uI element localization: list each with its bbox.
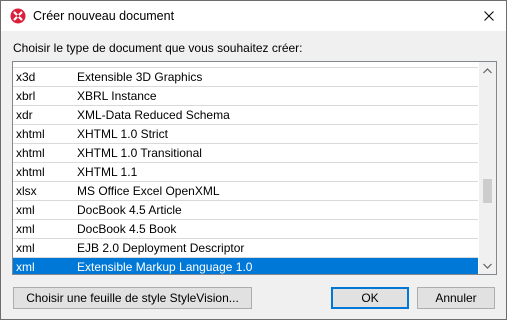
- document-type-list[interactable]: x3d Extensible 3D Graphics xbrl XBRL Ins…: [12, 61, 497, 275]
- close-icon: [484, 11, 494, 21]
- list-item-description: Extensible 3D Graphics: [77, 70, 203, 84]
- vertical-scrollbar[interactable]: [479, 62, 496, 274]
- list-item-extension: xlsx: [16, 184, 37, 198]
- list-item-description: DocBook 4.5 Book: [77, 222, 177, 236]
- create-document-dialog: Créer nouveau document Choisir le type d…: [0, 0, 507, 320]
- chevron-up-icon: [483, 67, 492, 73]
- list-item-description: MS Office Excel OpenXML: [77, 184, 220, 198]
- list-item-extension: xhtml: [16, 165, 45, 179]
- scroll-down-button[interactable]: [479, 257, 496, 274]
- list-item-extension: xml: [16, 241, 35, 255]
- list-item[interactable]: xhtml XHTML 1.0 Transitional: [13, 144, 478, 163]
- list-item-extension: xhtml: [16, 127, 45, 141]
- list-item-selected[interactable]: xml Extensible Markup Language 1.0: [13, 258, 478, 274]
- list-item-extension: xdr: [16, 108, 33, 122]
- list-item[interactable]: xml DocBook 4.5 Book: [13, 220, 478, 239]
- list-item-extension: xml: [16, 222, 35, 236]
- title-bar: Créer nouveau document: [1, 1, 506, 31]
- list-item-extension: x3d: [16, 70, 36, 84]
- list-item[interactable]: xbrl XBRL Instance: [13, 87, 478, 106]
- list-item[interactable]: xdr XML-Data Reduced Schema: [13, 106, 478, 125]
- list-rows: x3d Extensible 3D Graphics xbrl XBRL Ins…: [13, 62, 478, 274]
- list-item-description: XBRL Instance: [77, 89, 157, 103]
- list-item-description: DocBook 4.5 Article: [77, 203, 182, 217]
- scroll-up-button[interactable]: [479, 62, 496, 79]
- list-item-extension: xml: [16, 260, 35, 274]
- window-title: Créer nouveau document: [33, 9, 175, 23]
- list-item[interactable]: xlsx MS Office Excel OpenXML: [13, 182, 478, 201]
- scrollbar-thumb[interactable]: [483, 179, 492, 203]
- list-item[interactable]: xml EJB 2.0 Deployment Descriptor: [13, 239, 478, 258]
- list-item-description: XHTML 1.1: [77, 165, 138, 179]
- list-item[interactable]: x3d Extensible 3D Graphics: [13, 68, 478, 87]
- list-item-extension: xbrl: [16, 89, 36, 103]
- prompt-label: Choisir le type de document que vous sou…: [13, 41, 303, 55]
- close-button[interactable]: [472, 1, 506, 31]
- list-item[interactable]: xhtml XHTML 1.0 Strict: [13, 125, 478, 144]
- list-item[interactable]: xml DocBook 4.5 Article: [13, 201, 478, 220]
- list-item-description: EJB 2.0 Deployment Descriptor: [77, 241, 245, 255]
- list-item-extension: xhtml: [16, 146, 45, 160]
- cancel-button[interactable]: Annuler: [417, 287, 495, 309]
- list-item-extension: xml: [16, 203, 35, 217]
- list-item-description: XHTML 1.0 Transitional: [77, 146, 202, 160]
- chevron-down-icon: [483, 263, 492, 269]
- ok-button[interactable]: OK: [331, 287, 409, 309]
- app-icon: [10, 8, 26, 24]
- list-item[interactable]: xhtml XHTML 1.1: [13, 163, 478, 182]
- list-item-description: XHTML 1.0 Strict: [77, 127, 168, 141]
- list-item-description: XML-Data Reduced Schema: [77, 108, 230, 122]
- list-item-description: Extensible Markup Language 1.0: [77, 260, 253, 274]
- choose-stylesheet-button[interactable]: Choisir une feuille de style StyleVision…: [13, 287, 252, 309]
